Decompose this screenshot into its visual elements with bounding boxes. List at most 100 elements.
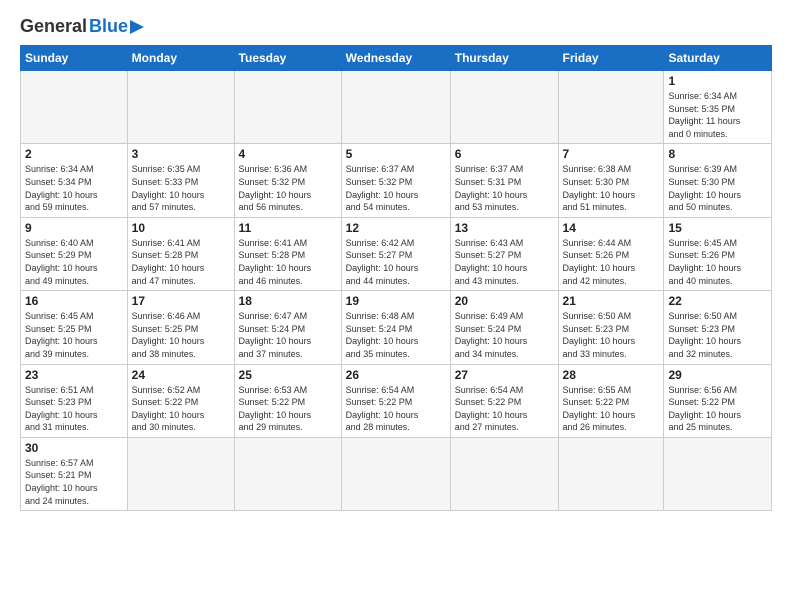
logo-wordmark: GeneralBlue (20, 16, 144, 37)
calendar-cell: 20 Sunrise: 6:49 AM Sunset: 5:24 PM Dayli… (450, 291, 558, 364)
day-info: Sunrise: 6:55 AM Sunset: 5:22 PM Dayligh… (563, 384, 660, 434)
calendar-week-row: 2 Sunrise: 6:34 AM Sunset: 5:34 PM Daylig… (21, 144, 772, 217)
day-info: Sunrise: 6:49 AM Sunset: 5:24 PM Dayligh… (455, 310, 554, 360)
calendar-cell: 10 Sunrise: 6:41 AM Sunset: 5:28 PM Dayli… (127, 217, 234, 290)
calendar-cell (558, 71, 664, 144)
weekday-header: Monday (127, 46, 234, 71)
day-info: Sunrise: 6:40 AM Sunset: 5:29 PM Dayligh… (25, 237, 123, 287)
day-number: 2 (25, 147, 123, 161)
calendar-cell: 22 Sunrise: 6:50 AM Sunset: 5:23 PM Dayli… (664, 291, 772, 364)
calendar-cell (234, 437, 341, 510)
calendar-week-row: 23 Sunrise: 6:51 AM Sunset: 5:23 PM Dayli… (21, 364, 772, 437)
day-number: 21 (563, 294, 660, 308)
calendar-cell: 15Sunrise: 6:45 AM Sunset: 5:26 PM Dayli… (664, 217, 772, 290)
day-info: Sunrise: 6:51 AM Sunset: 5:23 PM Dayligh… (25, 384, 123, 434)
day-info: Sunrise: 6:56 AM Sunset: 5:22 PM Dayligh… (668, 384, 767, 434)
day-info: Sunrise: 6:37 AM Sunset: 5:32 PM Dayligh… (346, 163, 446, 213)
calendar-cell: 3Sunrise: 6:35 AM Sunset: 5:33 PM Daylig… (127, 144, 234, 217)
calendar-cell (558, 437, 664, 510)
calendar-cell: 5Sunrise: 6:37 AM Sunset: 5:32 PM Daylig… (341, 144, 450, 217)
calendar-week-row: 9 Sunrise: 6:40 AM Sunset: 5:29 PM Daylig… (21, 217, 772, 290)
day-number: 4 (239, 147, 337, 161)
header: GeneralBlue (20, 16, 772, 37)
day-info: Sunrise: 6:50 AM Sunset: 5:23 PM Dayligh… (668, 310, 767, 360)
calendar-cell: 24 Sunrise: 6:52 AM Sunset: 5:22 PM Dayli… (127, 364, 234, 437)
calendar-cell: 27Sunrise: 6:54 AM Sunset: 5:22 PM Dayli… (450, 364, 558, 437)
calendar-cell: 11 Sunrise: 6:41 AM Sunset: 5:28 PM Dayli… (234, 217, 341, 290)
day-info: Sunrise: 6:43 AM Sunset: 5:27 PM Dayligh… (455, 237, 554, 287)
calendar-cell: 7 Sunrise: 6:38 AM Sunset: 5:30 PM Daylig… (558, 144, 664, 217)
calendar-cell (234, 71, 341, 144)
calendar-cell: 28Sunrise: 6:55 AM Sunset: 5:22 PM Dayli… (558, 364, 664, 437)
day-info: Sunrise: 6:57 AM Sunset: 5:21 PM Dayligh… (25, 457, 123, 507)
day-info: Sunrise: 6:41 AM Sunset: 5:28 PM Dayligh… (132, 237, 230, 287)
day-number: 11 (239, 221, 337, 235)
day-number: 10 (132, 221, 230, 235)
day-info: Sunrise: 6:47 AM Sunset: 5:24 PM Dayligh… (239, 310, 337, 360)
calendar-cell: 23 Sunrise: 6:51 AM Sunset: 5:23 PM Dayli… (21, 364, 128, 437)
day-info: Sunrise: 6:37 AM Sunset: 5:31 PM Dayligh… (455, 163, 554, 213)
calendar-cell: 25 Sunrise: 6:53 AM Sunset: 5:22 PM Dayli… (234, 364, 341, 437)
calendar-cell (450, 71, 558, 144)
calendar-week-row: 30Sunrise: 6:57 AM Sunset: 5:21 PM Dayli… (21, 437, 772, 510)
day-info: Sunrise: 6:38 AM Sunset: 5:30 PM Dayligh… (563, 163, 660, 213)
day-info: Sunrise: 6:34 AM Sunset: 5:34 PM Dayligh… (25, 163, 123, 213)
day-info: Sunrise: 6:53 AM Sunset: 5:22 PM Dayligh… (239, 384, 337, 434)
calendar-cell: 13Sunrise: 6:43 AM Sunset: 5:27 PM Dayli… (450, 217, 558, 290)
weekday-header: Friday (558, 46, 664, 71)
day-number: 8 (668, 147, 767, 161)
day-info: Sunrise: 6:48 AM Sunset: 5:24 PM Dayligh… (346, 310, 446, 360)
weekday-header: Tuesday (234, 46, 341, 71)
calendar-week-row: 1 Sunrise: 6:34 AM Sunset: 5:35 PM Daylig… (21, 71, 772, 144)
weekday-header: Sunday (21, 46, 128, 71)
calendar-cell: 21Sunrise: 6:50 AM Sunset: 5:23 PM Dayli… (558, 291, 664, 364)
day-number: 29 (668, 368, 767, 382)
logo: GeneralBlue (20, 16, 144, 37)
calendar-cell: 29 Sunrise: 6:56 AM Sunset: 5:22 PM Dayli… (664, 364, 772, 437)
calendar-cell: 2 Sunrise: 6:34 AM Sunset: 5:34 PM Daylig… (21, 144, 128, 217)
day-info: Sunrise: 6:54 AM Sunset: 5:22 PM Dayligh… (346, 384, 446, 434)
weekday-header: Saturday (664, 46, 772, 71)
day-info: Sunrise: 6:44 AM Sunset: 5:26 PM Dayligh… (563, 237, 660, 287)
calendar: SundayMondayTuesdayWednesdayThursdayFrid… (20, 45, 772, 511)
calendar-cell (127, 437, 234, 510)
calendar-cell: 14 Sunrise: 6:44 AM Sunset: 5:26 PM Dayli… (558, 217, 664, 290)
day-number: 12 (346, 221, 446, 235)
calendar-cell: 17Sunrise: 6:46 AM Sunset: 5:25 PM Dayli… (127, 291, 234, 364)
day-number: 1 (668, 74, 767, 88)
day-number: 23 (25, 368, 123, 382)
day-info: Sunrise: 6:45 AM Sunset: 5:26 PM Dayligh… (668, 237, 767, 287)
calendar-cell: 30Sunrise: 6:57 AM Sunset: 5:21 PM Dayli… (21, 437, 128, 510)
day-number: 16 (25, 294, 123, 308)
page: GeneralBlue SundayMondayTuesdayWednesday… (0, 0, 792, 612)
day-info: Sunrise: 6:42 AM Sunset: 5:27 PM Dayligh… (346, 237, 446, 287)
day-info: Sunrise: 6:39 AM Sunset: 5:30 PM Dayligh… (668, 163, 767, 213)
calendar-cell (341, 437, 450, 510)
calendar-cell (664, 437, 772, 510)
day-info: Sunrise: 6:46 AM Sunset: 5:25 PM Dayligh… (132, 310, 230, 360)
weekday-header-row: SundayMondayTuesdayWednesdayThursdayFrid… (21, 46, 772, 71)
day-number: 24 (132, 368, 230, 382)
day-number: 14 (563, 221, 660, 235)
day-info: Sunrise: 6:41 AM Sunset: 5:28 PM Dayligh… (239, 237, 337, 287)
day-number: 22 (668, 294, 767, 308)
calendar-cell (21, 71, 128, 144)
day-number: 3 (132, 147, 230, 161)
calendar-cell: 16Sunrise: 6:45 AM Sunset: 5:25 PM Dayli… (21, 291, 128, 364)
day-number: 25 (239, 368, 337, 382)
day-number: 20 (455, 294, 554, 308)
day-number: 26 (346, 368, 446, 382)
calendar-cell: 1 Sunrise: 6:34 AM Sunset: 5:35 PM Daylig… (664, 71, 772, 144)
calendar-cell: 19 Sunrise: 6:48 AM Sunset: 5:24 PM Dayli… (341, 291, 450, 364)
calendar-cell: 6Sunrise: 6:37 AM Sunset: 5:31 PM Daylig… (450, 144, 558, 217)
calendar-cell (450, 437, 558, 510)
calendar-cell (341, 71, 450, 144)
day-number: 19 (346, 294, 446, 308)
day-number: 27 (455, 368, 554, 382)
day-number: 7 (563, 147, 660, 161)
calendar-cell: 4Sunrise: 6:36 AM Sunset: 5:32 PM Daylig… (234, 144, 341, 217)
day-info: Sunrise: 6:34 AM Sunset: 5:35 PM Dayligh… (668, 90, 767, 140)
weekday-header: Thursday (450, 46, 558, 71)
day-info: Sunrise: 6:52 AM Sunset: 5:22 PM Dayligh… (132, 384, 230, 434)
day-number: 9 (25, 221, 123, 235)
